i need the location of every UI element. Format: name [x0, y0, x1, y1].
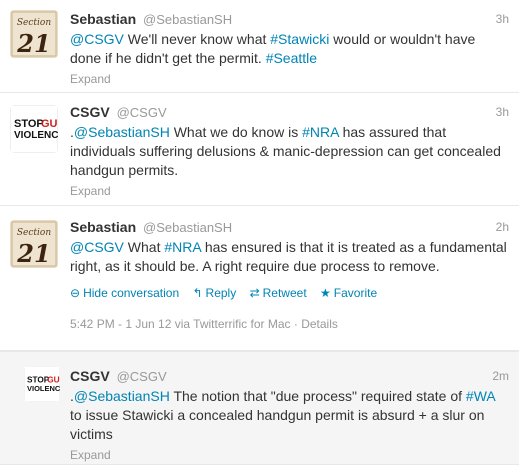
avatar-sebastian[interactable]: Section 21 [10, 10, 58, 58]
tweet-username[interactable]: @CSGV [117, 369, 167, 384]
tweet-fullname[interactable]: CSGV [70, 368, 110, 384]
tweet-header: Sebastian @SebastianSH 3h [70, 10, 509, 28]
reply-arrow-icon: ↰ [192, 286, 203, 300]
tweet-text: @CSGV We'll never know what #Stawicki wo… [70, 30, 509, 68]
minus-circle-icon: ⊖ [70, 286, 81, 300]
tweet-username[interactable]: @CSGV [117, 105, 167, 120]
tweet-username[interactable]: @SebastianSH [143, 12, 232, 27]
reply-label: Reply [205, 286, 237, 300]
tweet-text-segment: to issue Stawicki a concealed handgun pe… [70, 407, 485, 442]
tweet-timeline: Section 21 Sebastian @SebastianSH 3h @CS… [0, 0, 519, 465]
tweet-actions: ⊖ Hide conversation ↰ Reply ⇄ Retweet ★ Favo… [70, 285, 509, 301]
hashtag-link[interactable]: #NRA [164, 239, 201, 255]
reply-button[interactable]: ↰ Reply [192, 286, 236, 300]
mention-link[interactable]: @SebastianSH [74, 124, 170, 140]
hashtag-link[interactable]: #WA [466, 388, 495, 404]
avatar-section-text: Section [17, 228, 51, 238]
retweet-icon: ⇄ [249, 286, 260, 300]
tweet-text-segment: What [123, 239, 165, 255]
mention-link[interactable]: @CSGV [70, 31, 124, 47]
tweet-content: Sebastian @SebastianSH 3h @CSGV We'll ne… [70, 10, 509, 87]
tweet-header: Sebastian @SebastianSH 2h [70, 218, 509, 236]
star-icon: ★ [320, 286, 331, 300]
avatar-violence-text: VIOLENCE [14, 130, 58, 141]
tweet-content: Sebastian @SebastianSH 2h @CSGV What #NR… [70, 218, 509, 331]
tweet-fullname[interactable]: CSGV [70, 104, 110, 120]
tweet-1[interactable]: Section 21 Sebastian @SebastianSH 3h @CS… [0, 0, 519, 93]
expand-link[interactable]: Expand [70, 71, 509, 87]
tweet-3-expanded[interactable]: Section 21 Sebastian @SebastianSH 2h @CS… [0, 206, 519, 351]
expand-link[interactable]: Expand [70, 183, 509, 199]
tweet-text-segment: What we do know is [169, 124, 303, 140]
avatar-csgv[interactable]: STOP GUN VIOLENCE [10, 105, 58, 153]
avatar-sebastian[interactable]: Section 21 [10, 220, 58, 268]
tweet-fullname[interactable]: Sebastian [70, 219, 136, 235]
tweet-4-reply[interactable]: STOP GUN VIOLENCE CSGV @CSGV 2m .@Sebast… [0, 351, 519, 465]
hashtag-link[interactable]: #NRA [302, 124, 339, 140]
expand-link[interactable]: Expand [70, 447, 509, 463]
tweet-meta: 5:42 PM - 1 Jun 12 via Twitterrific for … [70, 317, 509, 331]
tweet-content: CSGV @CSGV 3h .@SebastianSH What we do k… [70, 103, 509, 199]
tweet-username[interactable]: @SebastianSH [143, 220, 232, 235]
tweet-text: .@SebastianSH What we do know is #NRA ha… [70, 123, 509, 180]
avatar-number-text: 21 [16, 239, 50, 268]
avatar-violence-text: VIOLENCE [27, 384, 60, 393]
tweet-time[interactable]: 2m [492, 367, 509, 385]
tweet-text-segment: We'll never know what [123, 31, 271, 47]
tweet-content: CSGV @CSGV 2m .@SebastianSH The notion t… [70, 367, 509, 463]
avatar-section-text: Section [17, 18, 51, 28]
tweet-timestamp[interactable]: 5:42 PM - 1 Jun 12 via Twitterrific for … [70, 317, 291, 331]
hashtag-link[interactable]: #Seattle [266, 50, 317, 66]
retweet-label: Retweet [262, 286, 307, 300]
details-link[interactable]: Details [301, 317, 338, 331]
mention-link[interactable]: @CSGV [70, 239, 124, 255]
avatar-csgv[interactable]: STOP GUN VIOLENCE [24, 366, 60, 402]
tweet-header: CSGV @CSGV 2m [70, 367, 509, 385]
tweet-header: CSGV @CSGV 3h [70, 103, 509, 121]
tweet-fullname[interactable]: Sebastian [70, 11, 136, 27]
avatar-number-text: 21 [16, 29, 50, 58]
mention-link[interactable]: @SebastianSH [74, 388, 170, 404]
favorite-button[interactable]: ★ Favorite [320, 286, 377, 300]
tweet-text-segment: The notion that "due process" required s… [169, 388, 466, 404]
hashtag-link[interactable]: #Stawicki [270, 31, 329, 47]
avatar-stop-text: STOP [14, 118, 44, 130]
tweet-text: @CSGV What #NRA has ensured is that it i… [70, 238, 509, 276]
tweet-time[interactable]: 3h [496, 103, 509, 121]
avatar-gun-text: GUN [41, 118, 58, 130]
tweet-time[interactable]: 2h [496, 218, 509, 236]
retweet-button[interactable]: ⇄ Retweet [250, 286, 307, 300]
tweet-time[interactable]: 3h [496, 10, 509, 28]
tweet-2[interactable]: STOP GUN VIOLENCE CSGV @CSGV 3h .@Sebast… [0, 93, 519, 206]
hide-conversation-button[interactable]: ⊖ Hide conversation [70, 286, 179, 300]
favorite-label: Favorite [333, 286, 378, 300]
hide-conversation-label: Hide conversation [83, 286, 180, 300]
tweet-text: .@SebastianSH The notion that "due proce… [70, 387, 509, 444]
meta-separator: · [290, 317, 302, 331]
